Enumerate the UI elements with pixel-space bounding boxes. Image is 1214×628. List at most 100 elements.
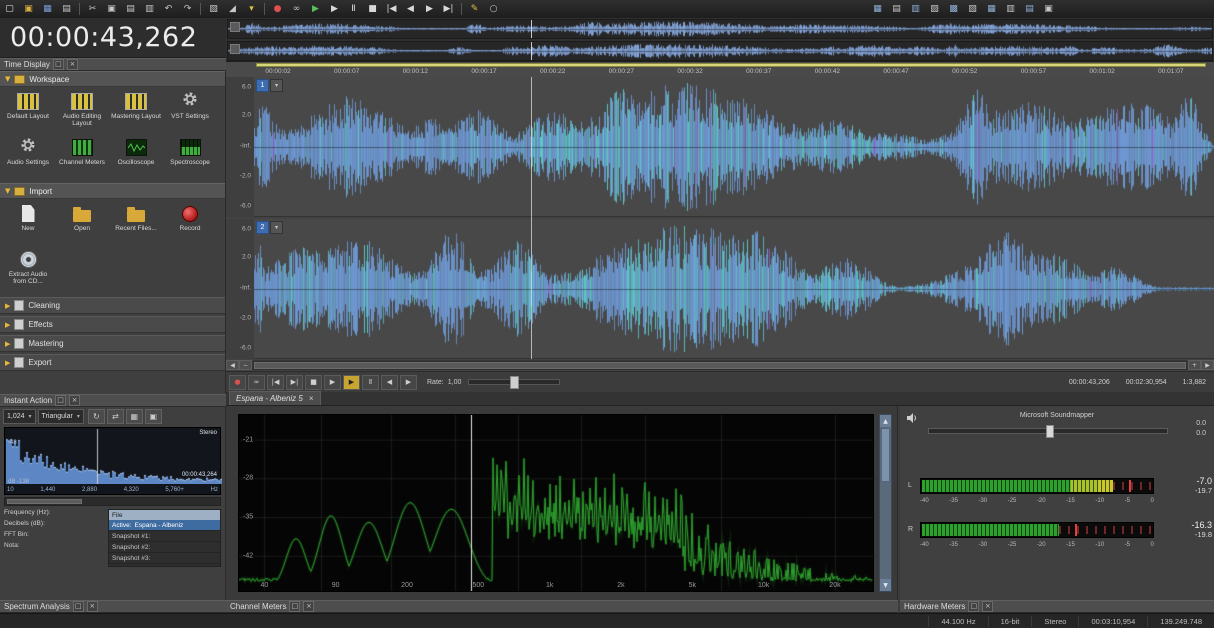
channel-meters-window-icon[interactable]: ▥ (1002, 1, 1019, 17)
channel-meters-scrollbar[interactable]: ▲ ▼ (879, 414, 892, 592)
hardware-meters-window-icon[interactable]: ▤ (1021, 1, 1038, 17)
forward-icon[interactable]: ▶ (421, 1, 438, 17)
scrollbar-thumb[interactable] (7, 499, 83, 504)
undo-history-window-icon[interactable]: ▧ (964, 1, 981, 17)
record-button[interactable]: ● (229, 374, 246, 390)
scroll-right-icon[interactable]: ▶ (1201, 360, 1214, 370)
waveform-canvas-2[interactable] (254, 219, 1214, 359)
play-all-icon[interactable]: ▶ (307, 1, 324, 17)
float-panel-icon[interactable]: □ (289, 601, 301, 612)
workspace-item-oscilloscope[interactable]: Oscilloscope (109, 135, 163, 181)
workspace-item-default-layout[interactable]: Default Layout (1, 89, 55, 135)
waveform-canvas-1[interactable] (254, 77, 1214, 217)
expand-icon[interactable]: ▶ (5, 321, 10, 329)
marker-icon[interactable]: ▾ (243, 1, 260, 17)
magnify-tool-icon[interactable]: ○ (485, 1, 502, 17)
expand-icon[interactable]: ▶ (5, 302, 10, 310)
horizontal-scrollbar[interactable]: ◀ − + ▶ (226, 360, 1214, 370)
import-item-extract-audio-from-cd[interactable]: Extract Audio from CD... (1, 247, 55, 293)
scrollbar-thumb[interactable] (881, 428, 890, 482)
import-item-recent-files[interactable]: Recent Files... (109, 201, 163, 247)
rewind-icon[interactable]: ◀ (402, 1, 419, 17)
plugin-manager-window-icon[interactable]: ▩ (945, 1, 962, 17)
stop-icon[interactable]: ■ (364, 1, 381, 17)
close-panel-icon[interactable]: × (86, 601, 98, 612)
expand-icon[interactable]: ▶ (5, 340, 10, 348)
channel-number-badge[interactable]: 2 (256, 221, 269, 234)
pause-button[interactable]: Ⅱ (362, 374, 379, 390)
section-mastering[interactable]: ▶ Mastering (0, 335, 225, 352)
video-preview-window-icon[interactable]: ▥ (907, 1, 924, 17)
spectrum-graph-display[interactable]: -21 -28 -35 -42 40 90 200 500 1k 2k 5k 10k 20k (238, 414, 874, 592)
spectrum-analysis-titlebar[interactable]: Spectrum Analysis □ × (0, 600, 226, 613)
scrollbar-thumb[interactable] (254, 361, 1186, 369)
rate-slider-thumb[interactable] (509, 376, 519, 389)
overview-wave-canvas[interactable] (228, 20, 1212, 38)
go-to-start-icon[interactable]: |◀ (383, 1, 400, 17)
section-effects[interactable]: ▶ Effects (0, 316, 225, 333)
scroll-left-icon[interactable]: ◀ (226, 360, 239, 370)
overview-waveform[interactable] (226, 18, 1214, 62)
rate-slider[interactable] (468, 376, 561, 389)
scroll-down-icon[interactable]: ▼ (880, 579, 891, 591)
play-button[interactable]: ▶ (324, 374, 341, 390)
open-icon[interactable]: ▣ (20, 1, 37, 17)
gain-slider-thumb[interactable] (1045, 425, 1054, 438)
loop-region-bar[interactable] (256, 63, 1206, 67)
forward-button[interactable]: ▶ (400, 374, 417, 390)
sync-icon[interactable]: ⇄ (106, 409, 124, 424)
record-icon[interactable]: ● (269, 1, 286, 17)
rewind-button[interactable]: ◀ (381, 374, 398, 390)
import-item-open[interactable]: Open (55, 201, 109, 247)
expand-icon[interactable]: ▶ (5, 359, 10, 367)
explorer-window-icon[interactable]: ▦ (869, 1, 886, 17)
workspace-item-spectroscope[interactable]: Spectroscope (163, 135, 217, 181)
import-section-header[interactable]: ▼ Import (0, 183, 225, 199)
channel-meters-titlebar[interactable]: Channel Meters □ × (226, 600, 898, 613)
table-row[interactable]: Snapshot #4: (109, 564, 220, 566)
edit-tool-icon[interactable]: ✎ (466, 1, 483, 17)
timeline-ruler[interactable]: 00:00:02 00:00:07 00:00:12 00:00:17 00:00:22… (226, 62, 1214, 78)
spectrum-scrollbar[interactable] (4, 497, 221, 506)
close-panel-icon[interactable]: × (303, 601, 315, 612)
window-type-select[interactable]: Triangular ▾ (37, 409, 84, 424)
time-display-titlebar[interactable]: Time Display □ × (0, 58, 226, 71)
loop-playback-button[interactable]: ∞ (248, 374, 265, 390)
go-to-start-button[interactable]: |◀ (267, 374, 284, 390)
table-row[interactable]: Snapshot #2: (109, 542, 220, 553)
hardware-meters-titlebar[interactable]: Hardware Meters □ × (900, 600, 1214, 613)
import-item-record[interactable]: Record (163, 201, 217, 247)
mix-icon[interactable]: ▧ (205, 1, 222, 17)
new-file-icon[interactable]: ▢ (1, 1, 18, 17)
workspace-item-channel-meters[interactable]: Channel Meters (55, 135, 109, 181)
save-icon[interactable]: ▦ (39, 1, 56, 17)
overview-wave-canvas[interactable] (228, 42, 1212, 60)
refresh-icon[interactable]: ↻ (87, 409, 105, 424)
channel-options-icon[interactable] (230, 22, 240, 32)
float-panel-icon[interactable]: □ (55, 395, 67, 406)
channel-number-badge[interactable]: 1 (256, 79, 269, 92)
workspace-section-header[interactable]: ▼ Workspace (0, 71, 225, 87)
close-panel-icon[interactable]: × (69, 395, 81, 406)
play-device-button[interactable]: ▶ (343, 374, 360, 390)
table-row[interactable]: Active: Espana - Albeniz (109, 520, 220, 531)
overview-strip-right[interactable] (227, 41, 1213, 61)
float-panel-icon[interactable]: □ (968, 601, 980, 612)
go-to-end-button[interactable]: ▶| (286, 374, 303, 390)
float-panel-icon[interactable]: □ (72, 601, 84, 612)
fade-icon[interactable]: ◢ (224, 1, 241, 17)
pause-icon[interactable]: Ⅱ (345, 1, 362, 17)
scrollbar-track[interactable] (253, 360, 1187, 370)
section-export[interactable]: ▶ Export (0, 354, 225, 371)
zoom-out-icon[interactable]: − (239, 360, 252, 370)
collapse-icon[interactable]: ▼ (5, 187, 10, 195)
fft-size-select[interactable]: 1,024 ▾ (3, 409, 36, 424)
go-to-end-icon[interactable]: ▶| (440, 1, 457, 17)
channel-menu-icon[interactable]: ▾ (270, 221, 283, 234)
file-properties-icon[interactable]: ▤ (58, 1, 75, 17)
channel-options-icon[interactable] (230, 44, 240, 54)
time-display-window-icon[interactable]: ▤ (888, 1, 905, 17)
workspace-item-audio-editing-layout[interactable]: Audio Editing Layout (55, 89, 109, 135)
paste-icon[interactable]: ▤ (122, 1, 139, 17)
grid-icon[interactable]: ▦ (125, 409, 143, 424)
